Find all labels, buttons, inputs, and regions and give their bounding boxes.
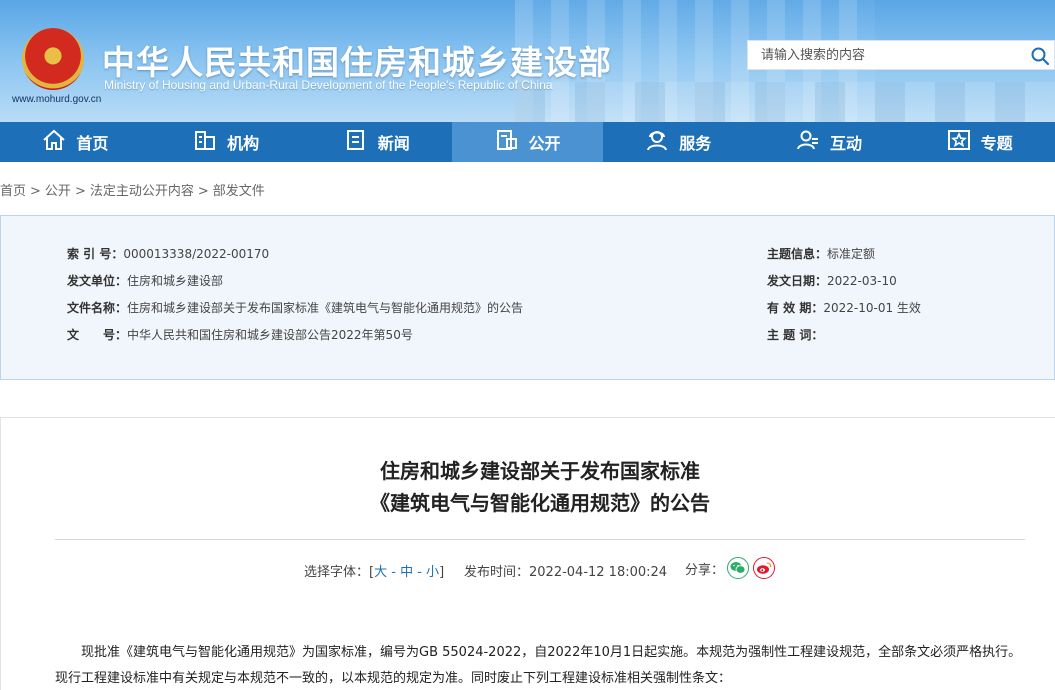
wechat-share-icon[interactable] [727,557,749,579]
site-title[interactable]: 中华人民共和国住房和城乡建设部 [102,36,612,84]
info-docno-label: 文 号： [67,328,128,342]
topic-icon [947,129,981,155]
info-topic-label: 主题信息： [767,247,828,261]
info-index-row: 索 引 号：000013338/2022-00170 [67,245,269,262]
nav-label: 互动 [829,134,862,153]
search-input[interactable] [748,41,1018,69]
font-small-link[interactable]: 小 [426,565,439,580]
weibo-share-icon[interactable] [753,557,775,579]
home-icon [42,129,76,155]
organization-icon [193,129,227,155]
breadcrumb-disclosure[interactable]: 公开 [45,184,71,199]
national-emblem-logo[interactable] [22,28,84,90]
breadcrumb: 首页 > 公开 > 法定主动公开内容 > 部发文件 [0,180,265,199]
font-size-label: 选择字体：[ [304,565,375,580]
info-date-label: 发文日期： [767,274,828,288]
nav-label: 专题 [980,134,1013,153]
nav-item-disclosure[interactable]: 公开 [452,122,603,162]
breadcrumb-separator: > [197,184,209,199]
nav-label: 新闻 [377,134,410,153]
font-large-link[interactable]: 大 [374,565,387,580]
document-info-box [0,215,1055,380]
site-header: www.mohurd.gov.cn 中华人民共和国住房和城乡建设部 Minist… [0,0,1055,122]
nav-item-interaction[interactable]: 互动 [754,122,905,162]
nav-label: 机构 [227,134,260,153]
info-valid-value: 2022-10-01 生效 [823,301,921,315]
disclosure-icon [495,129,529,155]
search-box [747,40,1055,70]
info-docname-row: 文件名称：住房和城乡建设部关于发布国家标准《建筑电气与智能化通用规范》的公告 [67,299,523,316]
info-keywords-label: 主 题 词： [767,328,824,342]
main-nav: 首页 机构 新闻 公开 服务 互动 专题 [0,122,1055,162]
info-docname-label: 文件名称： [67,301,128,315]
info-topic-row: 主题信息：标准定额 [767,245,875,262]
article-body: 现批准《建筑电气与智能化通用规范》为国家标准，编号为GB 55024-2022，… [55,645,1022,686]
nav-item-home[interactable]: 首页 [0,122,151,162]
article-title-line2: 《建筑电气与智能化通用规范》的公告 [370,491,710,515]
nav-item-topic[interactable]: 专题 [904,122,1055,162]
search-icon[interactable] [1030,46,1050,66]
breadcrumb-statutory-content[interactable]: 法定主动公开内容 [90,184,194,199]
info-issuer-label: 发文单位： [67,274,128,288]
info-issuer-value: 住房和城乡建设部 [127,274,224,288]
info-docno-value: 中华人民共和国住房和城乡建设部公告2022年第50号 [127,328,413,342]
breadcrumb-home[interactable]: 首页 [0,184,26,199]
article-title-line1: 住房和城乡建设部关于发布国家标准 [380,459,700,483]
info-valid-label: 有 效 期： [767,301,824,315]
info-issuer-row: 发文单位：住房和城乡建设部 [67,272,223,289]
info-date-row: 发文日期：2022-03-10 [767,272,897,289]
title-divider [55,539,1025,540]
info-date-value: 2022-03-10 [827,274,897,288]
breadcrumb-separator: > [30,184,41,199]
font-dash: - [413,565,427,580]
breadcrumb-ministry-documents[interactable]: 部发文件 [213,184,265,199]
nav-label: 公开 [528,134,561,153]
nav-label: 首页 [76,134,109,153]
nav-item-organization[interactable]: 机构 [151,122,302,162]
publish-time: 发布时间：2022-04-12 18:00:24 [464,565,668,580]
info-docname-value: 住房和城乡建设部关于发布国家标准《建筑电气与智能化通用规范》的公告 [127,301,524,315]
breadcrumb-separator: > [74,184,86,199]
nav-item-news[interactable]: 新闻 [301,122,452,162]
share-label: 分享： [685,563,725,578]
font-medium-link[interactable]: 中 [400,565,413,580]
nav-label: 服务 [679,134,712,153]
info-index-value: 000013338/2022-00170 [123,247,270,261]
interaction-icon [796,129,830,155]
news-icon [344,129,378,155]
info-valid-row: 有 效 期：2022-10-01 生效 [767,299,921,316]
nav-item-service[interactable]: 服务 [603,122,754,162]
site-subtitle: Ministry of Housing and Urban-Rural Deve… [104,78,553,92]
service-icon [645,129,679,155]
info-docno-row: 文 号：中华人民共和国住房和城乡建设部公告2022年第50号 [67,326,413,343]
site-url: www.mohurd.gov.cn [12,94,102,105]
info-topic-value: 标准定额 [827,247,876,261]
info-index-label: 索 引 号： [67,247,124,261]
info-keywords-row: 主 题 词： [767,326,823,343]
font-close: ] [439,565,445,580]
font-size-selector: 选择字体：[大 - 中 - 小] [304,561,444,580]
header-building-base [515,82,1055,122]
font-dash: - [387,565,401,580]
